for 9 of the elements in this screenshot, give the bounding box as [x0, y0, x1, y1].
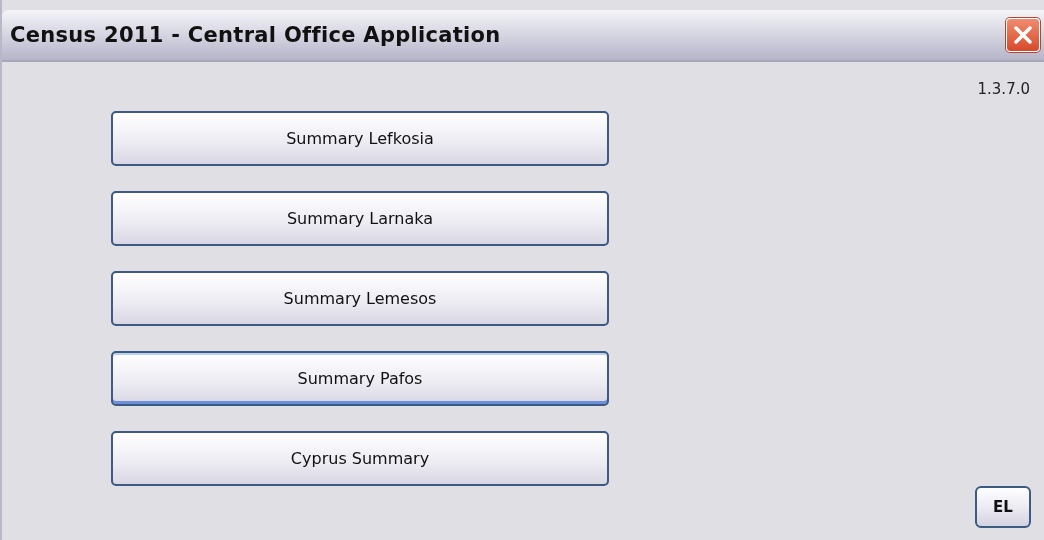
language-button[interactable]: EL: [975, 486, 1031, 528]
summary-button[interactable]: Summary Lemesos: [111, 271, 609, 326]
close-icon[interactable]: [1006, 18, 1040, 52]
summary-button[interactable]: Summary Lefkosia: [111, 111, 609, 166]
summary-button[interactable]: Summary Pafos: [111, 351, 609, 406]
version-label: 1.3.7.0: [977, 80, 1030, 98]
window-title: Census 2011 - Central Office Application: [10, 23, 501, 47]
summary-button[interactable]: Cyprus Summary: [111, 431, 609, 486]
summary-button[interactable]: Summary Larnaka: [111, 191, 609, 246]
